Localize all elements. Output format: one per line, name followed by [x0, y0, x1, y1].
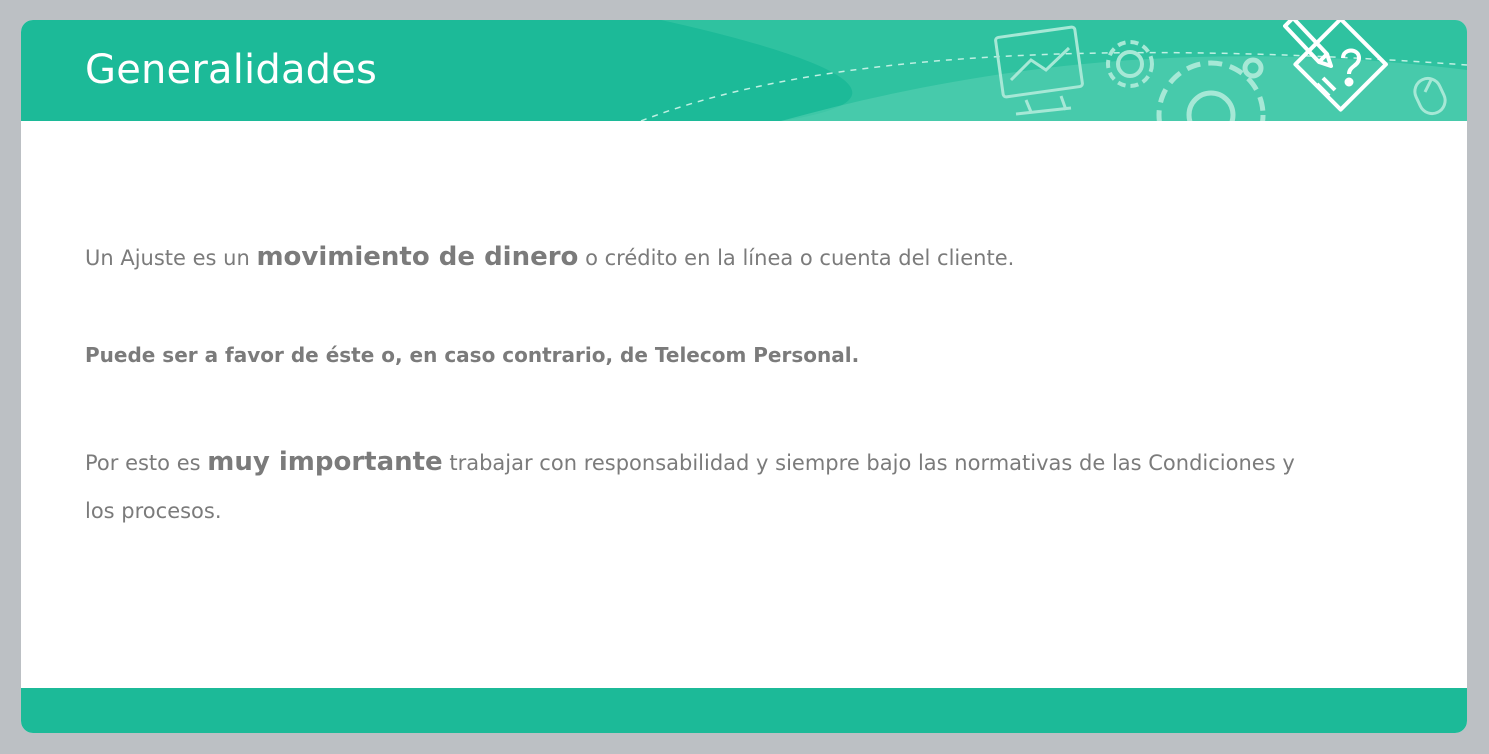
footer-bar	[21, 688, 1467, 733]
paragraph-importance: Por esto es muy importante trabajar con …	[85, 438, 1315, 535]
paragraph-favor: Puede ser a favor de éste o, en caso con…	[85, 343, 860, 367]
document-pencil-question-icon	[1283, 20, 1388, 112]
paragraph-text: Por esto es	[85, 451, 208, 475]
header-banner: Generalidades	[21, 20, 1467, 121]
paragraph-emphasis: movimiento de dinero	[256, 242, 579, 272]
paragraph-text: Un Ajuste es un	[85, 246, 257, 270]
paragraph-text: o crédito en la línea o cuenta del clien…	[578, 246, 1015, 270]
slide: Generalidades Un Ajuste es un movimiento…	[21, 20, 1467, 733]
slide-title: Generalidades	[85, 47, 378, 93]
paragraph-emphasis: muy importante	[207, 447, 443, 477]
paragraph-definition: Un Ajuste es un movimiento de dinero o c…	[85, 242, 1014, 272]
